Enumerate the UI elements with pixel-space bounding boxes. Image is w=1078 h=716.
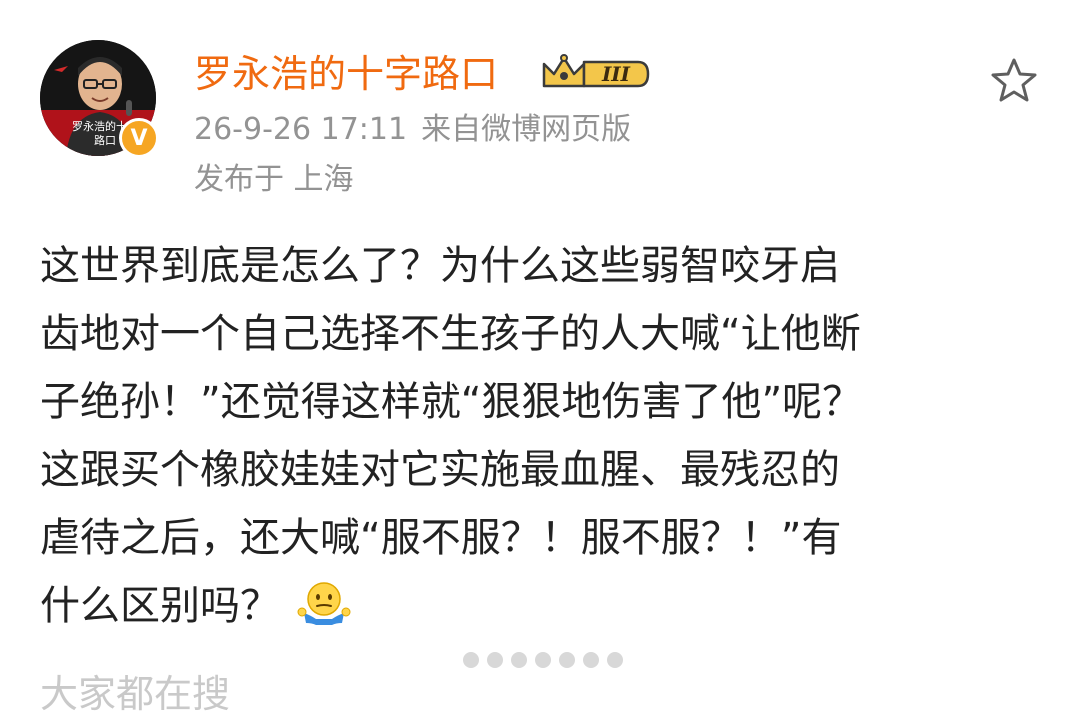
post-location: 发布于 上海 bbox=[194, 162, 354, 197]
pager-dot bbox=[583, 652, 599, 668]
post-text: 这世界到底是怎么了？为什么这些弱智咬牙启 齿地对一个自己选择不生孩子的人大喊“让… bbox=[40, 232, 1050, 640]
post-text-line-tail: 什么区别吗？ bbox=[40, 583, 280, 629]
vip-level-label: III bbox=[601, 62, 631, 86]
post-meta: 26-9-26 17:11 来自微博网页版 bbox=[194, 108, 631, 152]
author-name[interactable]: 罗永浩的十字路口 bbox=[194, 46, 498, 102]
favorite-button[interactable] bbox=[988, 56, 1040, 104]
post-text-line: 这世界到底是怎么了？为什么这些弱智咬牙启 bbox=[40, 243, 840, 289]
pager-dot bbox=[511, 652, 527, 668]
verified-icon: V bbox=[119, 118, 159, 158]
trending-searches-heading[interactable]: 大家都在搜 bbox=[40, 672, 230, 716]
post-text-line: 齿地对一个自己选择不生孩子的人大喊“让他断 bbox=[40, 311, 861, 357]
pager-dot bbox=[607, 652, 623, 668]
pager-dot bbox=[463, 652, 479, 668]
post-text-line: 子绝孙！”还觉得这样就“狠狠地伤害了他”呢？ bbox=[40, 379, 863, 425]
vip-crown-badge[interactable]: III bbox=[540, 52, 652, 96]
post-text-line-last: 什么区别吗？ bbox=[40, 572, 1050, 640]
pager-dot bbox=[535, 652, 551, 668]
shrug-emoji-icon bbox=[296, 579, 352, 629]
post-text-line: 这跟买个橡胶娃娃对它实施最血腥、最残忍的 bbox=[40, 447, 840, 493]
pager-dot bbox=[487, 652, 503, 668]
post-source[interactable]: 来自微博网页版 bbox=[421, 112, 631, 147]
star-outline-icon bbox=[991, 58, 1037, 102]
post-timestamp: 26-9-26 17:11 bbox=[194, 112, 408, 147]
post-text-line: 虐待之后，还大喊“服不服？！服不服？！”有 bbox=[40, 515, 842, 561]
pager-dot bbox=[559, 652, 575, 668]
image-pager-dots bbox=[463, 652, 623, 668]
